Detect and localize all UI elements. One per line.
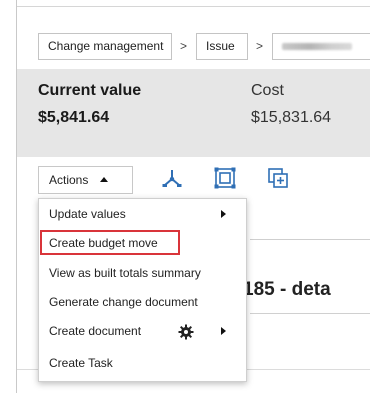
breadcrumb-item-current-redacted[interactable] <box>272 33 370 60</box>
cost-label: Cost <box>251 82 284 99</box>
menu-item-generate-change-document[interactable]: Generate change document <box>39 289 246 315</box>
menu-item-label: Update values <box>49 207 126 221</box>
menu-item-label: Create Task <box>49 356 113 370</box>
gear-icon[interactable] <box>178 323 194 340</box>
content-divider <box>250 239 370 240</box>
breadcrumb-item-change-management[interactable]: Change management <box>38 33 172 60</box>
panel-left-border <box>16 0 17 393</box>
caret-up-icon <box>100 177 108 182</box>
actions-dropdown-button[interactable]: Actions <box>38 166 133 194</box>
menu-item-create-budget-move[interactable]: Create budget move <box>40 230 180 255</box>
content-divider <box>250 313 370 314</box>
menu-item-update-values[interactable]: Update values <box>39 201 246 227</box>
current-value-label: Current value <box>38 82 142 99</box>
chevron-right-icon <box>221 210 226 218</box>
menu-item-label: Generate change document <box>49 295 198 309</box>
fit-screen-icon[interactable] <box>213 166 237 190</box>
redacted-text <box>282 43 352 50</box>
menu-item-view-as-built-totals-summary[interactable]: View as built totals summary <box>39 260 246 286</box>
menu-item-label: Create budget move <box>49 236 158 250</box>
cost-value: $15,831.64 <box>251 109 332 126</box>
menu-item-create-task[interactable]: Create Task <box>39 350 246 376</box>
hierarchy-icon[interactable] <box>160 166 184 190</box>
breadcrumb-item-issue[interactable]: Issue <box>196 33 248 60</box>
current-value: $5,841.64 <box>38 109 110 126</box>
detail-heading: 185 - deta <box>243 279 331 300</box>
menu-item-create-document[interactable]: Create document <box>39 318 246 344</box>
breadcrumb-separator: > <box>180 39 188 53</box>
breadcrumb-separator: > <box>256 39 264 53</box>
top-divider <box>17 6 370 7</box>
actions-menu: Update values Create budget move View as… <box>38 198 247 382</box>
menu-item-label: Create document <box>49 324 142 338</box>
menu-item-label: View as built totals summary <box>49 266 201 280</box>
actions-label: Actions <box>49 173 89 187</box>
chevron-right-icon <box>221 327 226 335</box>
add-copy-icon[interactable] <box>266 166 290 190</box>
app-stage: Change management > Issue > Current valu… <box>0 0 370 393</box>
